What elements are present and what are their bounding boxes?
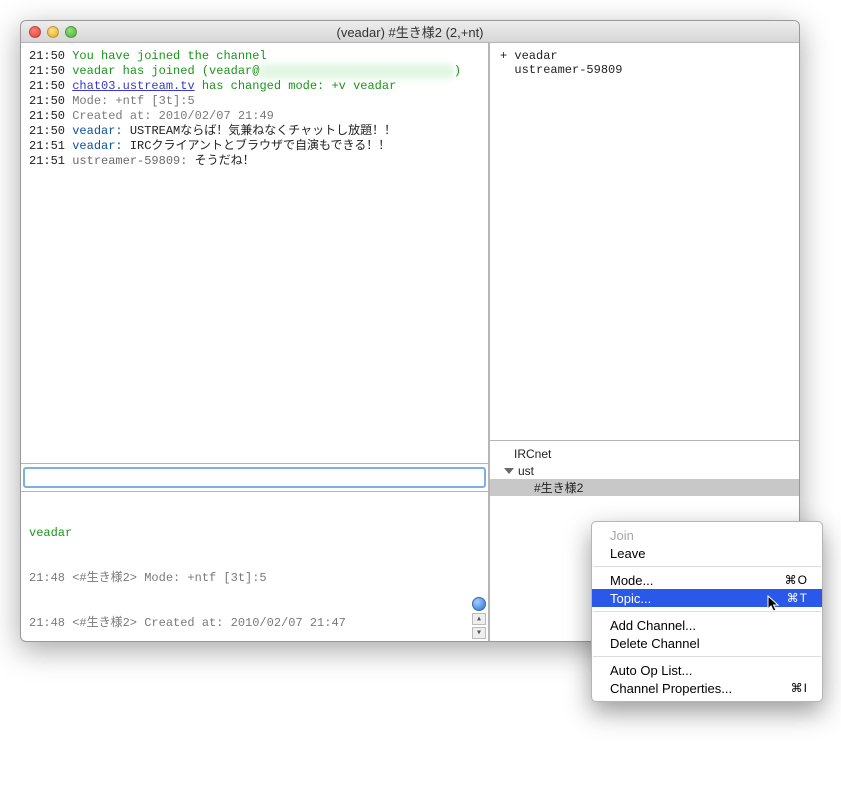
menu-separator [593,566,821,567]
tree-channel-label: #生き様2 [534,479,583,496]
chat-line: 21:51 veadar: IRCクライアントとブラウザで自演もできる！！ [29,139,480,154]
tree-server-label: IRCnet [514,447,551,461]
window-title: (veadar) #生き様2 (2,+nt) [21,22,799,41]
titlebar[interactable]: (veadar) #生き様2 (2,+nt) [21,21,799,43]
user-row[interactable]: ustreamer-59809 [500,63,789,77]
user-row[interactable]: + veadar [500,49,789,63]
minimize-icon[interactable] [47,26,59,38]
menu-leave[interactable]: Leave [592,544,822,562]
menu-mode[interactable]: Mode... ⌘O [592,571,822,589]
tree-server[interactable]: IRCnet [490,445,799,462]
console-line: veadar [29,526,72,540]
scroll-thumb[interactable] [472,597,486,611]
tree-channel[interactable]: #生き様2 [490,479,799,496]
menu-topic[interactable]: Topic... ⌘T [592,589,822,607]
chat-line: 21:50 Mode: +ntf [3t]:5 [29,94,480,109]
menu-separator [593,611,821,612]
close-icon[interactable] [29,26,41,38]
menu-auto-op[interactable]: Auto Op List... [592,661,822,679]
chat-log: 21:50 You have joined the channel21:50 v… [21,43,489,463]
menu-join: Join [592,526,822,544]
menu-separator [593,656,821,657]
chat-line: 21:50 chat03.ustream.tv has changed mode… [29,79,480,94]
server-console: veadar 21:48 <#生き様2> Mode: +ntf [3t]:5 2… [21,491,489,641]
menu-add-channel[interactable]: Add Channel... [592,616,822,634]
tree-network-label: ust [518,464,534,478]
console-line: 21:48 <#生き様2> Created at: 2010/02/07 21:… [29,616,480,631]
message-input[interactable] [24,468,485,487]
chat-line: 21:50 veadar: USTREAMならば！気兼ねなくチャットし放題！！ [29,124,480,139]
tree-network[interactable]: ust [490,462,799,479]
menu-delete-channel[interactable]: Delete Channel [592,634,822,652]
scroll-up-icon[interactable]: ▴ [472,613,486,625]
console-line: 21:48 <#生き様2> Mode: +ntf [3t]:5 [29,571,480,586]
chat-line: 21:50 veadar has joined (veadar@xxxxxxxx… [29,64,480,79]
traffic-lights [29,26,77,38]
zoom-icon[interactable] [65,26,77,38]
chat-line: 21:51 ustreamer-59809: そうだね！ [29,154,480,169]
input-row [21,463,489,491]
user-list[interactable]: + veadar ustreamer-59809 [490,43,799,441]
menu-channel-properties[interactable]: Channel Properties... ⌘I [592,679,822,697]
chevron-down-icon [504,468,514,474]
scroll-down-icon[interactable]: ▾ [472,627,486,639]
chat-line: 21:50 Created at: 2010/02/07 21:49 [29,109,480,124]
context-menu: Join Leave Mode... ⌘O Topic... ⌘T Add Ch… [591,521,823,702]
shortcut-label: ⌘I [791,681,808,695]
shortcut-label: ⌘T [787,591,808,605]
app-window: (veadar) #生き様2 (2,+nt) 21:50 You have jo… [20,20,800,642]
shortcut-label: ⌘O [785,573,808,587]
chat-line: 21:50 You have joined the channel [29,49,480,64]
